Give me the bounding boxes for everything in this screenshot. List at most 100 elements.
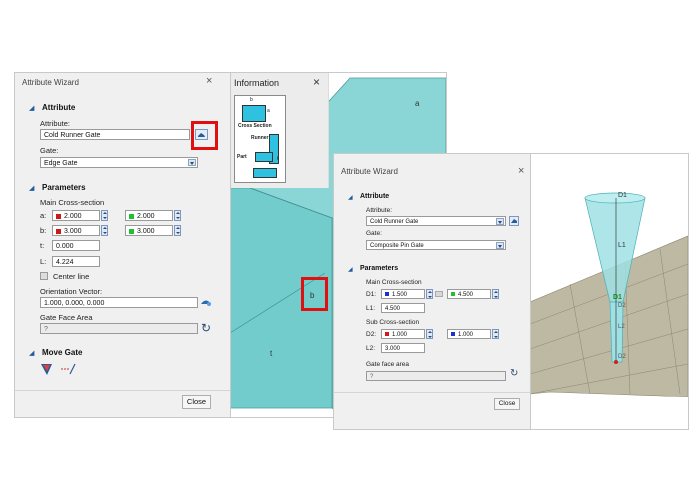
gate-label: Gate:: [366, 230, 382, 237]
close-button[interactable]: Close: [182, 395, 211, 409]
gate-dropdown[interactable]: Edge Gate: [40, 157, 198, 168]
cross-section-thumbnail: b a Cross Section Runner Part t: [234, 95, 286, 183]
orientation-vector-input[interactable]: 1.000, 0.000, 0.000: [40, 297, 198, 308]
gate-face-area-label: Gate face area: [366, 361, 409, 368]
dialog-close-icon[interactable]: ×: [518, 165, 524, 177]
collapse-triangle-icon[interactable]: ◢: [29, 349, 34, 357]
attribute-settings-icon[interactable]: [509, 216, 519, 226]
dialog-close-icon[interactable]: ×: [206, 75, 212, 87]
a-input[interactable]: 2.000: [52, 210, 100, 221]
d1-input[interactable]: 1.500: [381, 289, 425, 299]
collapse-triangle-icon[interactable]: ◢: [348, 194, 353, 201]
chevron-down-icon: [496, 218, 504, 225]
red-swatch: [385, 332, 389, 337]
divider: [15, 390, 230, 391]
d1-input-2[interactable]: 4.500: [447, 289, 491, 299]
label-d1-top: D1: [618, 192, 627, 199]
right-screenshot: D1 L1 D1 D2 L2 D2 Attribute Wizard × ◢ A…: [333, 153, 689, 430]
chevron-down-icon: [496, 242, 504, 249]
b-input[interactable]: 3.000: [52, 225, 100, 236]
model-viewport-2[interactable]: D1 L1 D1 D2 L2 D2: [530, 154, 688, 429]
red-swatch: [56, 213, 61, 219]
L-label: L:: [40, 257, 47, 266]
main-cross-section-label: Main Cross-section: [366, 279, 422, 286]
gate-label: Gate:: [40, 146, 59, 155]
b-label: b:: [40, 226, 47, 235]
sub-cross-section-label: Sub Cross-section: [366, 319, 420, 326]
attribute-section-header: Attribute: [42, 103, 76, 112]
divider: [334, 392, 530, 393]
pin-gate-model: [530, 192, 688, 429]
d2-spinner-2[interactable]: [492, 329, 499, 339]
label-d2-bottom: D2: [618, 354, 626, 360]
gate-value: Edge Gate: [44, 160, 78, 167]
d1-label: D1:: [366, 291, 377, 298]
thumb-cross-section-rect: [242, 105, 266, 122]
l2-label: L2:: [366, 345, 376, 352]
collapse-triangle-icon[interactable]: ◢: [29, 184, 34, 192]
orientation-pick-icon[interactable]: [200, 296, 212, 308]
settings-highlight-box: [191, 121, 218, 150]
t-input[interactable]: 0.000: [52, 240, 100, 251]
attribute-dropdown[interactable]: Cold Runner Gate: [366, 216, 506, 226]
gate-highlight-box: [301, 277, 328, 311]
dialog-title: Attribute Wizard: [341, 167, 398, 176]
l1-input[interactable]: 4.500: [381, 303, 425, 313]
collapse-triangle-icon[interactable]: ◢: [29, 104, 34, 112]
dialog-title: Attribute Wizard: [22, 78, 79, 87]
a-input-2[interactable]: 2.000: [125, 210, 173, 221]
d2-input[interactable]: 1.000: [381, 329, 425, 339]
information-panel: Information × b a Cross Section Runner P…: [230, 73, 329, 188]
attribute-section-header: Attribute: [360, 193, 390, 200]
L-input[interactable]: 4.224: [52, 256, 100, 267]
move-gate-icon[interactable]: [40, 362, 53, 376]
move-gate-axis-icon[interactable]: [60, 362, 76, 376]
refresh-icon[interactable]: ↻: [201, 321, 211, 335]
information-title: Information: [234, 78, 280, 88]
attribute-value: Cold Runner Gate: [44, 132, 101, 139]
center-line-checkbox[interactable]: [40, 272, 48, 280]
blue-swatch: [451, 332, 455, 337]
gate-face-area-field: ?: [366, 371, 506, 381]
a-spinner-2[interactable]: [174, 210, 181, 221]
label-d1: D1: [613, 294, 622, 301]
thumb-part-shape: [253, 168, 277, 178]
gate-face-area-field: ?: [40, 323, 198, 334]
a-spinner[interactable]: [101, 210, 108, 221]
b-input-2[interactable]: 3.000: [125, 225, 173, 236]
attribute-dropdown[interactable]: Cold Runner Gate: [40, 129, 190, 140]
attribute-wizard-dialog: Attribute Wizard × ◢ Attribute Attribute…: [15, 73, 231, 417]
move-gate-section-header: Move Gate: [42, 348, 83, 357]
b-spinner[interactable]: [101, 225, 108, 236]
parameters-section-header: Parameters: [42, 183, 86, 192]
close-button[interactable]: Close: [494, 398, 520, 410]
d1-spinner-2[interactable]: [492, 289, 499, 299]
green-swatch: [129, 213, 134, 219]
blue-swatch: [385, 292, 389, 297]
b-spinner-2[interactable]: [174, 225, 181, 236]
main-cross-section-label: Main Cross-section: [40, 198, 105, 207]
label-l1: L1: [618, 242, 626, 249]
thumb-gate-shape: [255, 152, 273, 162]
collapse-triangle-icon[interactable]: ◢: [348, 266, 353, 273]
refresh-icon[interactable]: ↻: [510, 368, 518, 379]
gate-face-area-label: Gate Face Area: [40, 313, 93, 322]
attribute-wizard-dialog-2: Attribute Wizard × ◢ Attribute Attribute…: [334, 154, 531, 429]
d2-label: D2:: [366, 331, 377, 338]
l2-input[interactable]: 3.000: [381, 343, 425, 353]
gate-dropdown[interactable]: Composite Pin Gate: [366, 240, 506, 250]
red-swatch: [56, 228, 61, 234]
attribute-label: Attribute:: [40, 119, 71, 128]
link-icon[interactable]: [435, 291, 443, 297]
d2-input-2[interactable]: 1.000: [447, 329, 491, 339]
center-line-label: Center line: [53, 272, 90, 281]
label-l2: L2: [618, 324, 625, 330]
orientation-vector-label: Orientation Vector:: [40, 287, 103, 296]
viewport-label-a: a: [415, 99, 420, 108]
label-d2: D2: [618, 303, 626, 309]
t-label: t:: [40, 241, 45, 250]
information-close-icon[interactable]: ×: [313, 75, 320, 89]
green-swatch: [129, 228, 134, 234]
d2-spinner[interactable]: [426, 329, 433, 339]
d1-spinner[interactable]: [426, 289, 433, 299]
